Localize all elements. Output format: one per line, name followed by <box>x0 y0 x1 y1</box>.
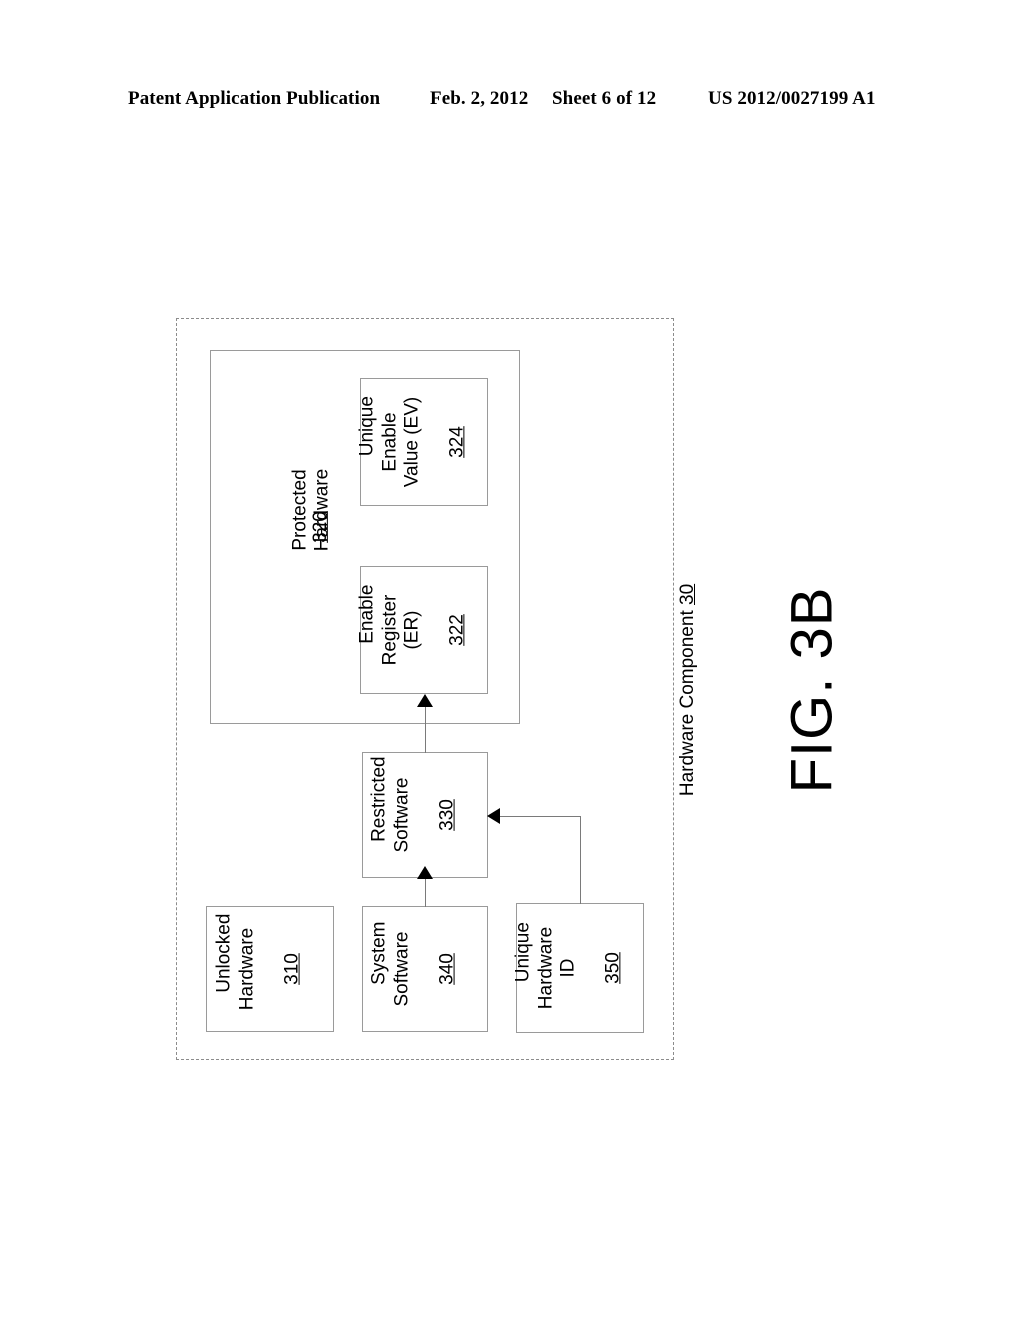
unlocked-hardware-box: Unlocked Hardware 310 <box>206 906 334 1032</box>
unique-enable-value-label: Unique Enable Value (EV) 324 <box>334 396 513 488</box>
unique-hardware-id-name: Unique Hardware ID <box>512 922 579 1010</box>
enable-register-ref: 322 <box>446 614 468 646</box>
hardware-component-ref: 30 <box>677 583 698 605</box>
connector-system-software-to-restricted-software <box>425 879 426 907</box>
unlocked-hardware-ref: 310 <box>281 953 303 985</box>
system-software-ref: 340 <box>436 953 458 985</box>
connector-restricted-software-to-enable-register <box>425 707 426 753</box>
enable-register-box: Enable Register (ER) 322 <box>357 566 488 694</box>
unlocked-hardware-label: Unlocked Hardware 310 <box>192 914 349 1025</box>
enable-register-name: Enable Register (ER) <box>356 584 423 666</box>
patent-figure-3b: Protected Hardware 320 Unique Enable Val… <box>0 0 1024 1320</box>
arrowhead-restricted-software-right-icon <box>487 808 500 824</box>
unique-enable-value-ref: 324 <box>446 426 468 458</box>
system-software-box: System Software 340 <box>362 906 488 1032</box>
restricted-software-ref: 330 <box>436 799 458 831</box>
figure-label: FIG. 3B <box>779 586 845 794</box>
connector-unique-hardware-id-horizontal <box>497 816 581 817</box>
hardware-component-label: Hardware Component 30 <box>677 584 699 796</box>
arrowhead-enable-register-icon <box>417 694 433 707</box>
unique-hardware-id-label: Unique Hardware ID 350 <box>490 922 669 1014</box>
enable-register-label: Enable Register (ER) 322 <box>334 585 513 676</box>
unlocked-hardware-name: Unlocked Hardware <box>213 913 258 1011</box>
restricted-software-name: Restricted Software <box>368 756 413 853</box>
unique-enable-value-box: Unique Enable Value (EV) 324 <box>357 378 488 506</box>
system-software-name: System Software <box>368 921 413 1007</box>
unique-hardware-id-ref: 350 <box>602 952 624 984</box>
restricted-software-box: Restricted Software 330 <box>362 752 488 878</box>
system-software-label: System Software 340 <box>347 921 504 1016</box>
hardware-component-name: Hardware Component <box>677 610 698 797</box>
protected-hardware-ref: 320 <box>309 511 331 543</box>
connector-unique-hardware-id-vertical <box>580 816 581 904</box>
unique-hardware-id-box: Unique Hardware ID 350 <box>513 903 644 1033</box>
arrowhead-restricted-software-bottom-icon <box>417 866 433 879</box>
restricted-software-label: Restricted Software 330 <box>347 756 504 873</box>
unique-enable-value-name: Unique Enable Value (EV) <box>356 396 423 488</box>
